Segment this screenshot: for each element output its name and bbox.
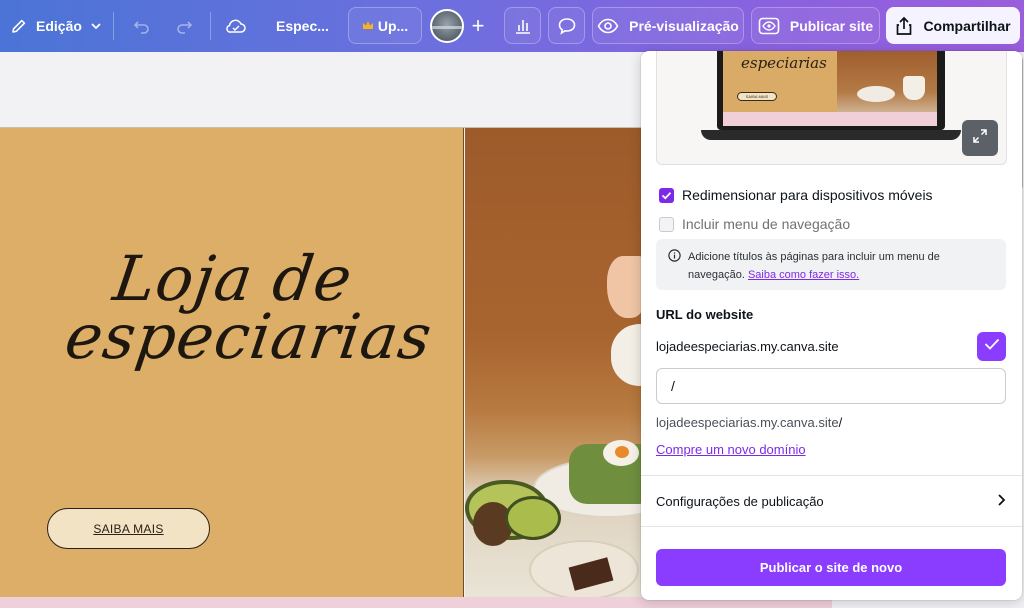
photo-avocado-slice	[505, 496, 561, 540]
publish-settings-row[interactable]: Configurações de publicação	[641, 476, 1022, 526]
design-title-button[interactable]: Espec...	[266, 12, 339, 40]
chevron-down-icon	[90, 20, 102, 32]
resize-mobile-label: Redimensionar para dispositivos móveis	[682, 187, 933, 203]
toolbar-divider	[113, 12, 114, 40]
redo-button[interactable]	[170, 12, 198, 40]
publish-site-panel: especiarias SAIBA MAIS Redimensionar par…	[641, 51, 1022, 600]
add-collaborator-button[interactable]: +	[463, 11, 493, 41]
undo-button[interactable]	[128, 12, 156, 40]
laptop-base	[701, 130, 961, 140]
comment-icon	[557, 16, 577, 36]
publish-settings-label: Configurações de publicação	[656, 493, 824, 509]
full-url-domain: lojadeespeciarias.my.canva.site	[656, 415, 839, 430]
design-title: Espec...	[276, 18, 329, 34]
photo-yolk	[615, 446, 629, 458]
avatar[interactable]	[430, 8, 464, 43]
laptop-mockup: especiarias SAIBA MAIS	[717, 51, 945, 130]
pencil-icon	[10, 17, 28, 35]
full-url-preview: lojadeespeciarias.my.canva.site/	[656, 415, 842, 430]
saiba-mais-button[interactable]: SAIBA MAIS	[47, 508, 210, 549]
url-section-title: URL do website	[656, 307, 754, 322]
canvas-background	[0, 52, 642, 128]
divider	[641, 526, 1022, 527]
url-domain: lojadeespeciarias.my.canva.site	[656, 339, 839, 354]
resize-mobile-option[interactable]: Redimensionar para dispositivos móveis	[659, 187, 933, 203]
share-button[interactable]: Compartilhar	[886, 7, 1020, 44]
url-path-input[interactable]	[656, 368, 1006, 404]
hero-left-panel[interactable]: Loja de especiarias SAIBA MAIS	[0, 128, 464, 597]
upgrade-button[interactable]: Up...	[348, 7, 422, 44]
share-label: Compartilhar	[923, 17, 1011, 34]
expand-icon	[972, 128, 988, 149]
resize-mobile-checkbox[interactable]	[659, 187, 674, 203]
thumb-title: especiarias	[741, 54, 827, 72]
thumb-button: SAIBA MAIS	[737, 92, 777, 101]
comments-button[interactable]	[548, 7, 585, 44]
edit-menu-label: Edição	[36, 18, 82, 34]
insights-button[interactable]	[504, 7, 541, 44]
plus-icon: +	[471, 12, 485, 38]
thumb-pink-band	[723, 112, 937, 126]
bar-chart-icon	[514, 17, 532, 35]
publish-site-label: Publicar site	[789, 17, 874, 34]
hero-title[interactable]: Loja de especiarias	[61, 242, 438, 373]
include-nav-option[interactable]: Incluir menu de navegação	[659, 216, 850, 232]
toolbar-divider	[210, 12, 211, 40]
crown-icon	[362, 20, 374, 31]
buy-domain-link[interactable]: Compre um novo domínio	[656, 442, 806, 457]
editor-toolbar: Edição Espec... Up... + Pré-visualização…	[0, 0, 1024, 52]
checkmark-icon	[984, 337, 1000, 356]
edit-menu-button[interactable]: Edição	[6, 12, 106, 40]
share-upload-icon	[895, 16, 913, 36]
thumb-mug	[903, 76, 925, 100]
include-nav-label: Incluir menu de navegação	[682, 216, 851, 232]
publish-site-button[interactable]: Publicar site	[751, 7, 880, 44]
upgrade-label: Up...	[377, 17, 409, 34]
info-icon	[668, 249, 681, 268]
full-url-path: /	[838, 415, 843, 430]
hero-title-line2: especiarias	[60, 300, 437, 373]
expand-preview-button[interactable]	[962, 120, 998, 156]
nav-info-notice: Adicione títulos às páginas para incluir…	[656, 239, 1006, 290]
confirm-domain-button[interactable]	[977, 332, 1006, 361]
collaborators: +	[430, 7, 496, 44]
redo-icon	[174, 16, 194, 36]
thumb-plate	[857, 86, 895, 102]
publish-site-icon	[758, 17, 780, 35]
chevron-right-icon	[996, 493, 1006, 510]
site-preview-thumbnail: especiarias SAIBA MAIS	[656, 51, 1007, 165]
preview-button[interactable]: Pré-visualização	[592, 7, 744, 44]
include-nav-checkbox[interactable]	[659, 216, 674, 232]
eye-icon	[597, 18, 619, 34]
save-status-button[interactable]	[222, 12, 250, 40]
republish-site-button[interactable]: Publicar o site de novo	[656, 549, 1006, 586]
cloud-check-icon	[225, 17, 247, 35]
preview-label: Pré-visualização	[629, 17, 739, 34]
undo-icon	[132, 16, 152, 36]
learn-how-link[interactable]: Saiba como fazer isso.	[748, 269, 859, 281]
